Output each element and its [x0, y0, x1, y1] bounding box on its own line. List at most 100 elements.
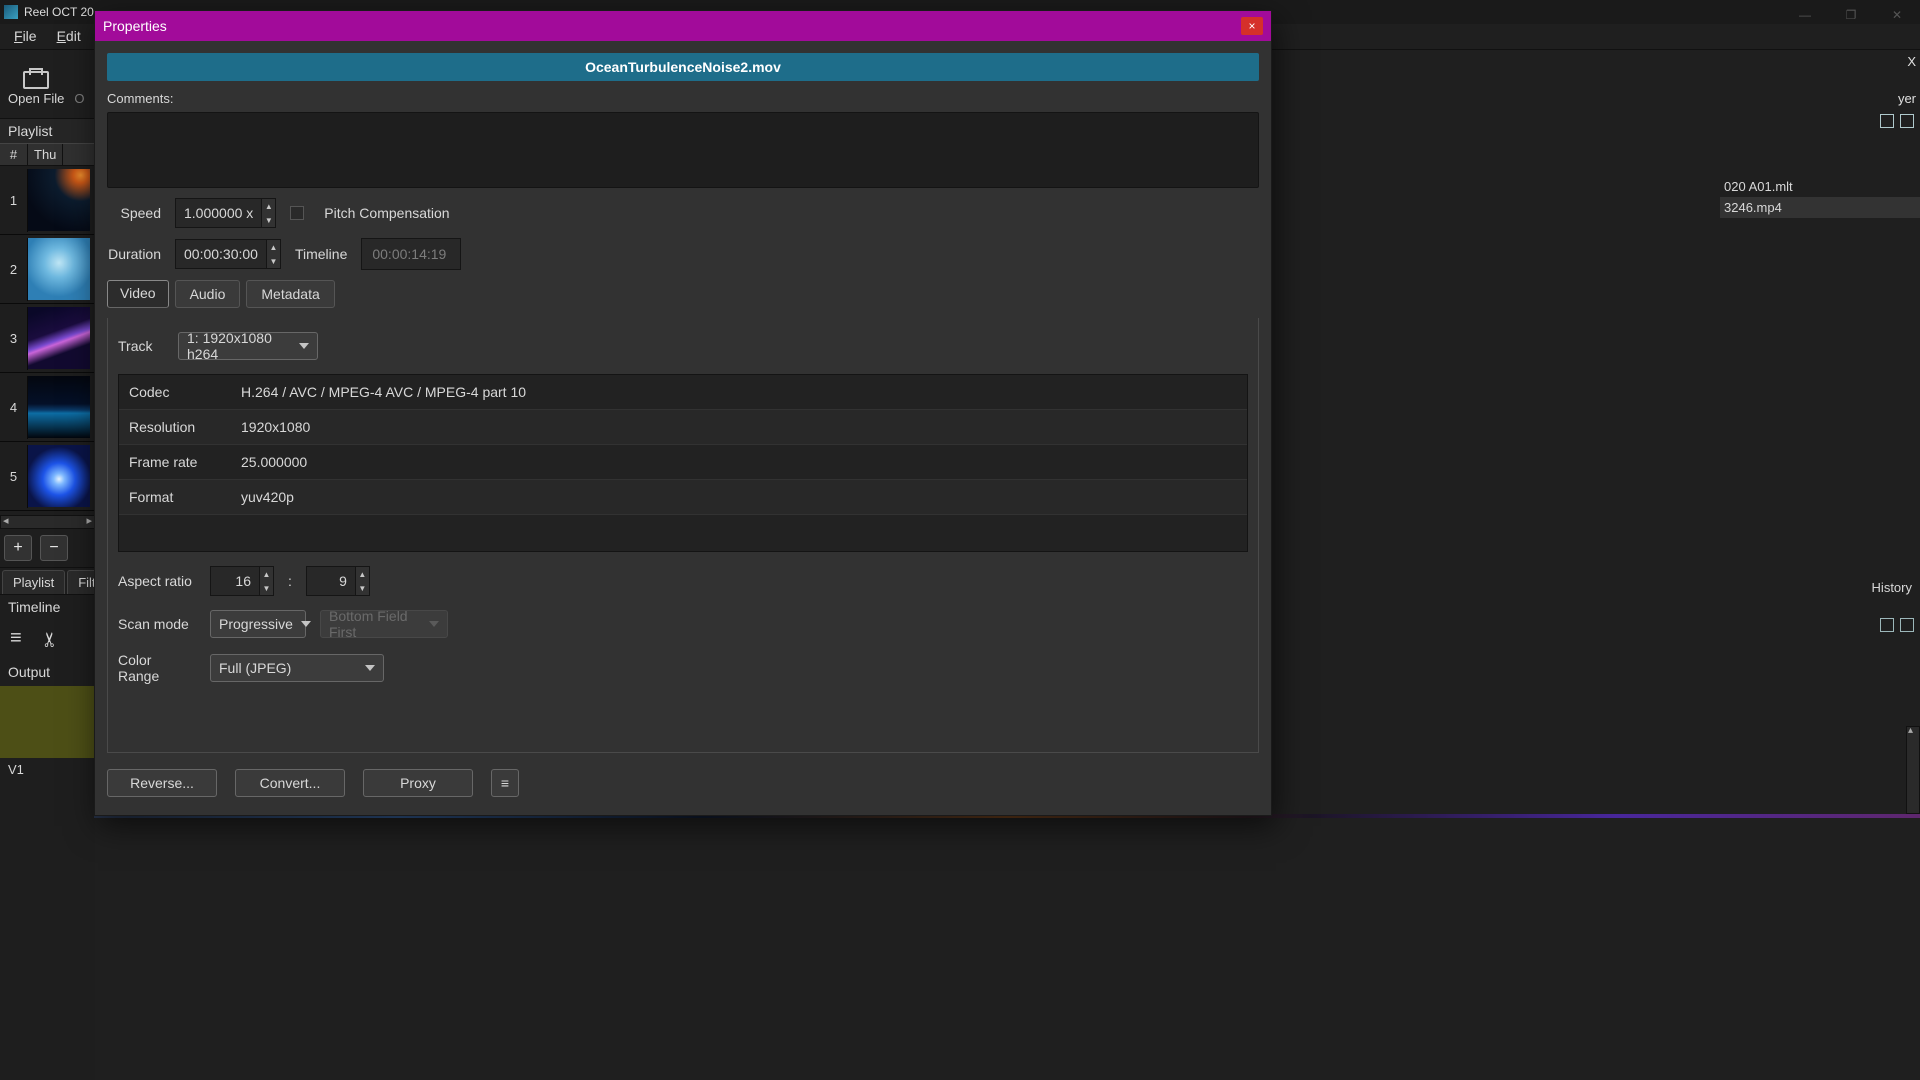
spin-up-icon[interactable]: ▲ [267, 240, 280, 254]
spin-down-icon[interactable]: ▼ [260, 581, 273, 595]
row-key: Resolution [119, 410, 231, 444]
playlist-header: # Thu [0, 143, 95, 166]
track-combobox[interactable]: 1: 1920x1080 h264 [178, 332, 318, 360]
properties-close-button[interactable]: × [1241, 17, 1263, 35]
scan-mode-label: Scan mode [118, 616, 196, 632]
chevron-down-icon [429, 621, 439, 627]
tab-video[interactable]: Video [107, 280, 169, 308]
video-tab-panel: Track 1: 1920x1080 h264 CodecH.264 / AVC… [107, 318, 1259, 753]
properties-footer: Reverse... Convert... Proxy ≡ [107, 763, 1259, 807]
right-panel-top: X yer [1720, 52, 1920, 108]
playlist-remove-button[interactable]: − [40, 535, 68, 561]
playlist-row[interactable]: 1 [0, 166, 95, 235]
scissors-icon[interactable]: ✂ [36, 631, 61, 648]
aspect-width-spinner[interactable]: 16 ▲▼ [210, 566, 274, 596]
recent-file[interactable]: 020 A01.mlt [1720, 176, 1920, 197]
window-controls: — ❐ ✕ [1782, 0, 1920, 30]
timeline-title: Timeline [0, 594, 95, 619]
clip-filename: OceanTurbulenceNoise2.mov [107, 53, 1259, 81]
aspect-ratio-label: Aspect ratio [118, 573, 196, 589]
reverse-button[interactable]: Reverse... [107, 769, 217, 797]
color-range-label: Color Range [118, 652, 196, 684]
spin-up-icon[interactable]: ▲ [356, 567, 369, 581]
proxy-button[interactable]: Proxy [363, 769, 473, 797]
menu-file[interactable]: File [4, 26, 47, 47]
row-key: Frame rate [119, 445, 231, 479]
pitch-compensation-checkbox[interactable] [290, 206, 304, 220]
chevron-down-icon [301, 621, 311, 627]
properties-menu-button[interactable]: ≡ [491, 769, 519, 797]
spin-down-icon[interactable]: ▼ [262, 213, 275, 227]
timeline-value: 00:00:14:19 [361, 238, 461, 270]
timeline-label: Timeline [295, 246, 347, 262]
comments-label: Comments: [107, 91, 1259, 106]
convert-button[interactable]: Convert... [235, 769, 345, 797]
row-value: yuv420p [231, 480, 1247, 514]
minimize-button[interactable]: — [1782, 0, 1828, 30]
pitch-compensation-label: Pitch Compensation [324, 205, 449, 221]
speed-spinner[interactable]: 1.000000 x ▲▼ [175, 198, 276, 228]
open-file-button[interactable]: Open File [8, 71, 64, 106]
recent-file[interactable]: 3246.mp4 [1720, 197, 1920, 218]
properties-tabs: Video Audio Metadata [107, 280, 1259, 308]
aspect-height-spinner[interactable]: 9 ▲▼ [306, 566, 370, 596]
row-value: H.264 / AVC / MPEG-4 AVC / MPEG-4 part 1… [231, 375, 1247, 409]
open-other-button[interactable]: O [74, 91, 84, 106]
open-other-label: O [74, 91, 84, 106]
thumbnail [28, 169, 90, 231]
aspect-separator: : [288, 573, 292, 589]
recent-files: 020 A01.mlt 3246.mp4 [1720, 176, 1920, 218]
tab-player-partial[interactable]: yer [1720, 89, 1920, 108]
thumbnail [28, 238, 90, 300]
menu-edit[interactable]: Edit [47, 26, 91, 47]
playlist-add-button[interactable]: + [4, 535, 32, 561]
playlist-row[interactable]: 4 [0, 373, 95, 442]
popout-icon[interactable] [1880, 618, 1894, 632]
properties-titlebar[interactable]: Properties × [95, 11, 1271, 41]
vscrollbar[interactable] [1906, 726, 1920, 814]
spin-up-icon[interactable]: ▲ [260, 567, 273, 581]
field-order-combobox: Bottom Field First [320, 610, 448, 638]
duration-spinner[interactable]: 00:00:30:00 ▲▼ [175, 239, 281, 269]
tab-audio[interactable]: Audio [175, 280, 241, 308]
output-track-strip[interactable] [0, 686, 95, 758]
maximize-button[interactable]: ❐ [1828, 0, 1874, 30]
playlist-row[interactable]: 5 [0, 442, 95, 511]
thumbnail [28, 445, 90, 507]
spin-down-icon[interactable]: ▼ [267, 254, 280, 268]
chevron-down-icon [365, 665, 375, 671]
app-title: Reel OCT 20 [24, 5, 94, 19]
tab-history[interactable]: History [1864, 576, 1920, 599]
close-button[interactable]: ✕ [1874, 0, 1920, 30]
playlist-row[interactable]: 2 [0, 235, 95, 304]
scan-mode-combobox[interactable]: Progressive [210, 610, 306, 638]
row-key: Format [119, 480, 231, 514]
tab-metadata[interactable]: Metadata [246, 280, 334, 308]
row-key: Codec [119, 375, 231, 409]
spin-down-icon[interactable]: ▼ [356, 581, 369, 595]
playlist-hscrollbar[interactable] [0, 515, 95, 529]
thumbnail [28, 307, 90, 369]
video-info-table: CodecH.264 / AVC / MPEG-4 AVC / MPEG-4 p… [118, 374, 1248, 552]
track-label: Track [118, 338, 164, 354]
properties-title: Properties [103, 18, 167, 34]
x-suffix: X [1720, 52, 1920, 71]
duration-label: Duration [107, 246, 161, 262]
thumbnail [28, 376, 90, 438]
open-file-label: Open File [8, 91, 64, 106]
close-panel-icon[interactable] [1900, 114, 1914, 128]
row-value: 25.000000 [231, 445, 1247, 479]
popout-icon[interactable] [1880, 114, 1894, 128]
color-range-combobox[interactable]: Full (JPEG) [210, 654, 384, 682]
close-panel-icon[interactable] [1900, 618, 1914, 632]
playlist-panel: Playlist # Thu 1 2 3 4 5 + − Playlist Fi… [0, 118, 95, 1080]
timeline-menu-icon[interactable]: ≡ [10, 627, 22, 652]
tab-playlist[interactable]: Playlist [2, 570, 65, 594]
comments-textarea[interactable] [107, 112, 1259, 188]
col-number[interactable]: # [0, 144, 28, 165]
folder-open-icon [23, 71, 49, 89]
speed-label: Speed [107, 205, 161, 221]
col-thumbnail[interactable]: Thu [28, 144, 63, 165]
spin-up-icon[interactable]: ▲ [262, 199, 275, 213]
playlist-row[interactable]: 3 [0, 304, 95, 373]
